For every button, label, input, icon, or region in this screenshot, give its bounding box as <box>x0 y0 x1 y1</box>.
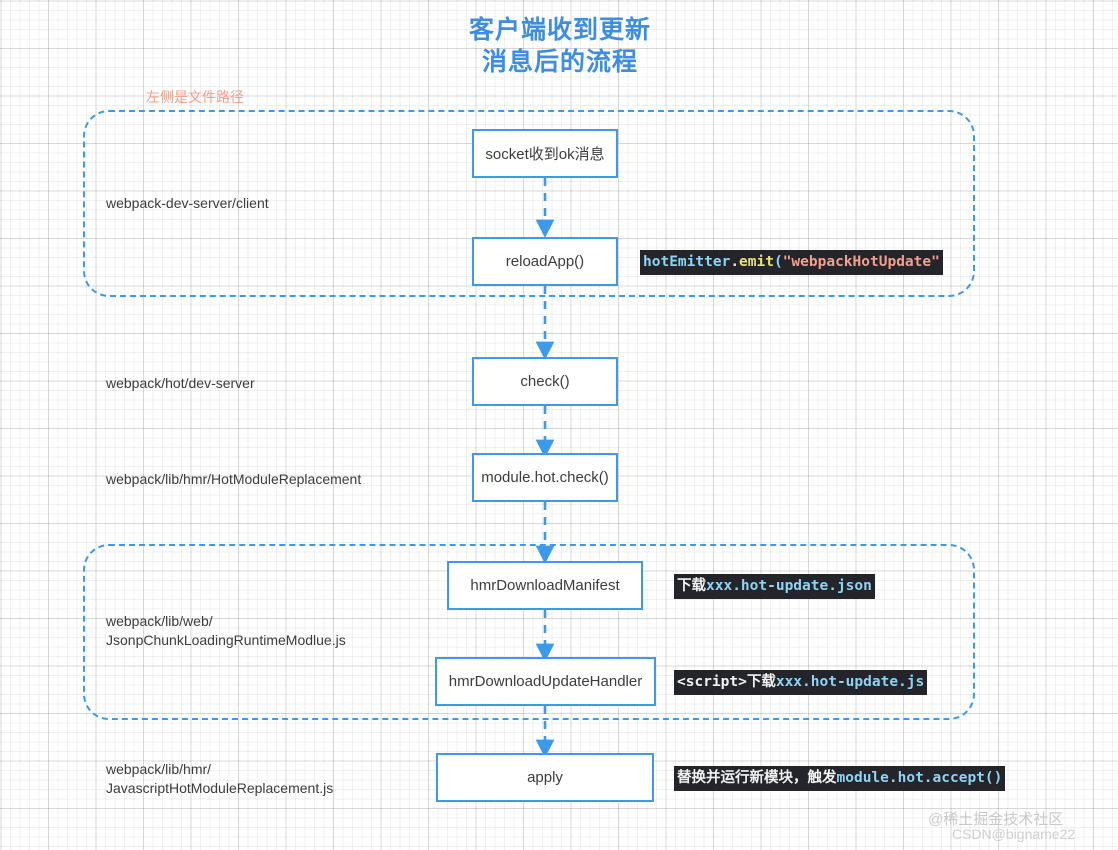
code-token-tag: <script> <box>677 674 747 690</box>
code-token-paren: ( <box>773 254 783 270</box>
code-token-function: emit <box>739 254 774 270</box>
code-token-text: 替换并运行新模块，触发 <box>677 770 837 786</box>
node-reload-app[interactable]: reloadApp() <box>472 237 618 286</box>
code-chip-apply-accept: 替换并运行新模块，触发module.hot.accept() <box>674 766 1006 791</box>
code-token-dot: . <box>730 254 740 270</box>
note-file-path: 左侧是文件路径 <box>146 89 244 105</box>
node-apply[interactable]: apply <box>436 753 654 802</box>
node-socket-ok[interactable]: socket收到ok消息 <box>472 129 618 178</box>
code-token-filename: xxx.hot-update.json <box>706 578 872 594</box>
path-label-jsonp-runtime: webpack/lib/web/ JsonpChunkLoadingRuntim… <box>106 613 346 648</box>
node-hmr-download-update-handler[interactable]: hmrDownloadUpdateHandler <box>435 657 656 706</box>
watermark-secondary: CSDN@bigname22 <box>952 826 1076 842</box>
path-label-client: webpack-dev-server/client <box>106 195 269 211</box>
code-chip-download-manifest-json: 下载xxx.hot-update.json <box>674 574 875 599</box>
diagram-canvas: 客户端收到更新 消息后的流程 左侧是文件路径 webpack-dev-serve… <box>0 0 1118 850</box>
path-label-hot-dev-server: webpack/hot/dev-server <box>106 375 255 391</box>
code-token-text: 下载 <box>677 578 706 594</box>
path-label-hmr-hot-module-replacement: webpack/lib/hmr/HotModuleReplacement <box>106 471 362 487</box>
node-module-hot-check[interactable]: module.hot.check() <box>472 453 618 502</box>
code-chip-download-update-js: <script>下载xxx.hot-update.js <box>674 670 928 695</box>
code-token-object: hotEmitter <box>643 254 731 270</box>
code-token-text: 下载 <box>746 674 776 690</box>
page-title: 客户端收到更新 消息后的流程 <box>468 16 651 76</box>
node-hmr-download-manifest[interactable]: hmrDownloadManifest <box>447 561 643 610</box>
code-token-filename: xxx.hot-update.js <box>775 674 925 690</box>
code-chip-hot-emitter-emit: hotEmitter.emit("webpackHotUpdate" <box>640 250 943 275</box>
code-token-string: "webpackHotUpdate" <box>782 254 940 270</box>
node-check[interactable]: check() <box>472 357 618 406</box>
path-label-javascript-hmr: webpack/lib/hmr/ JavascriptHotModuleRepl… <box>106 761 334 796</box>
code-token-api: module.hot.accept() <box>836 770 1003 786</box>
